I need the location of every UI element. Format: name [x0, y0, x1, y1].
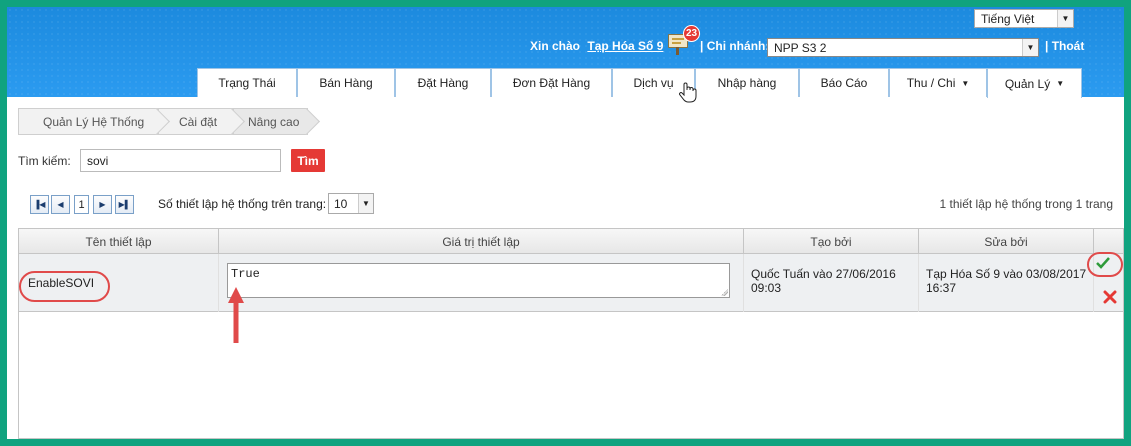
tab-management[interactable]: Quản Lý ▼ [987, 68, 1082, 98]
tab-label: Trạng Thái [218, 76, 276, 90]
per-page-select[interactable]: 10 ▼ [328, 193, 374, 214]
header-bar: Tiếng Việt ▼ Xin chào Tạp Hóa Số 9 23 | … [7, 7, 1124, 103]
greeting-prefix: Xin chào [530, 39, 581, 53]
resize-handle-icon[interactable] [721, 289, 728, 296]
setting-value-cell: True [219, 254, 744, 312]
column-header-name[interactable]: Tên thiết lập [19, 229, 219, 254]
search-button[interactable]: Tìm [291, 149, 325, 172]
annotation-highlight-confirm [1087, 252, 1123, 277]
pager-summary: 1 thiết lập hệ thống trong 1 trang [939, 197, 1113, 211]
user-name-link[interactable]: Tạp Hóa Số 9 [587, 39, 663, 53]
greeting: Xin chào Tạp Hóa Số 9 [530, 39, 663, 53]
notification-count-badge: 23 [683, 25, 700, 42]
tab-label: Dịch vụ [633, 76, 674, 90]
branch-select[interactable]: NPP S3 2 ▼ [767, 38, 1039, 57]
notification-board-stand [676, 47, 679, 55]
logout-link[interactable]: | Thoát [1045, 39, 1084, 53]
first-page-icon[interactable]: ▐◀ [30, 195, 49, 214]
app-frame: Tiếng Việt ▼ Xin chào Tạp Hóa Số 9 23 | … [7, 7, 1124, 439]
per-page-label: Số thiết lập hệ thống trên trang: [158, 197, 327, 211]
tab-purchase-orders[interactable]: Đơn Đặt Hàng [491, 68, 612, 97]
tab-sales[interactable]: Bán Hàng [297, 68, 395, 97]
settings-table: Tên thiết lập Giá trị thiết lập Tạo bởi … [18, 228, 1124, 439]
per-page-value: 10 [334, 197, 348, 211]
next-page-icon[interactable]: ▶ [93, 195, 112, 214]
page-number-input[interactable]: 1 [74, 195, 89, 214]
annotation-arrow-up-icon [228, 287, 244, 343]
tab-reports[interactable]: Báo Cáo [799, 68, 889, 97]
chevron-down-icon: ▼ [1057, 10, 1073, 27]
breadcrumb-label: Nâng cao [248, 114, 300, 129]
breadcrumb-label: Cài đặt [179, 114, 218, 129]
breadcrumb-label: Quản Lý Hệ Thống [43, 114, 145, 129]
column-header-modified-by[interactable]: Sửa bởi [919, 229, 1094, 254]
notification-button[interactable]: 23 [666, 25, 700, 55]
setting-value-textarea[interactable]: True [227, 263, 730, 298]
caret-down-icon: ▼ [961, 78, 970, 88]
hand-cursor-icon [679, 82, 697, 103]
breadcrumb-item-system-management[interactable]: Quản Lý Hệ Thống [18, 108, 170, 135]
last-page-icon[interactable]: ▶▌ [115, 195, 134, 214]
tab-order[interactable]: Đặt Hàng [395, 68, 491, 97]
language-select[interactable]: Tiếng Việt ▼ [974, 9, 1074, 28]
tab-goods-receipt[interactable]: Nhập hàng [695, 68, 799, 97]
table-header: Tên thiết lập Giá trị thiết lập Tạo bởi … [19, 229, 1123, 254]
annotation-highlight-name [19, 271, 110, 302]
tab-label: Nhập hàng [717, 76, 777, 90]
chevron-down-icon: ▼ [358, 194, 373, 213]
chevron-down-icon: ▼ [1022, 39, 1038, 56]
column-header-value[interactable]: Giá trị thiết lập [219, 229, 744, 254]
search-input[interactable]: sovi [80, 149, 281, 172]
modified-by: Tạp Hóa Số 9 vào 03/08/2017 16:37 [919, 254, 1094, 312]
tab-label: Bán Hàng [319, 76, 373, 90]
branch-value: NPP S3 2 [774, 41, 827, 55]
setting-value-text: True [231, 267, 260, 281]
created-by: Quốc Tuấn vào 27/06/2016 09:03 [744, 254, 919, 312]
prev-page-icon[interactable]: ◀ [51, 195, 70, 214]
tab-label: Thu / Chi [906, 76, 956, 90]
tab-status[interactable]: Trạng Thái [197, 68, 297, 97]
delete-x-icon[interactable] [1103, 290, 1117, 304]
tab-label: Quản Lý [1004, 76, 1051, 91]
tab-label: Đơn Đặt Hàng [512, 76, 591, 90]
column-header-created-by[interactable]: Tạo bởi [744, 229, 919, 254]
tab-label: Đặt Hàng [417, 76, 469, 90]
branch-label: | Chi nhánh: [700, 39, 770, 53]
tab-label: Báo Cáo [820, 76, 868, 90]
tab-income-expense[interactable]: Thu / Chi ▼ [889, 68, 987, 97]
table-row: EnableSOVI True Quốc Tuấn vào 27/06/2016… [19, 254, 1123, 312]
language-value: Tiếng Việt [981, 12, 1035, 26]
caret-down-icon: ▼ [1056, 79, 1065, 88]
search-label: Tìm kiếm: [18, 154, 71, 168]
